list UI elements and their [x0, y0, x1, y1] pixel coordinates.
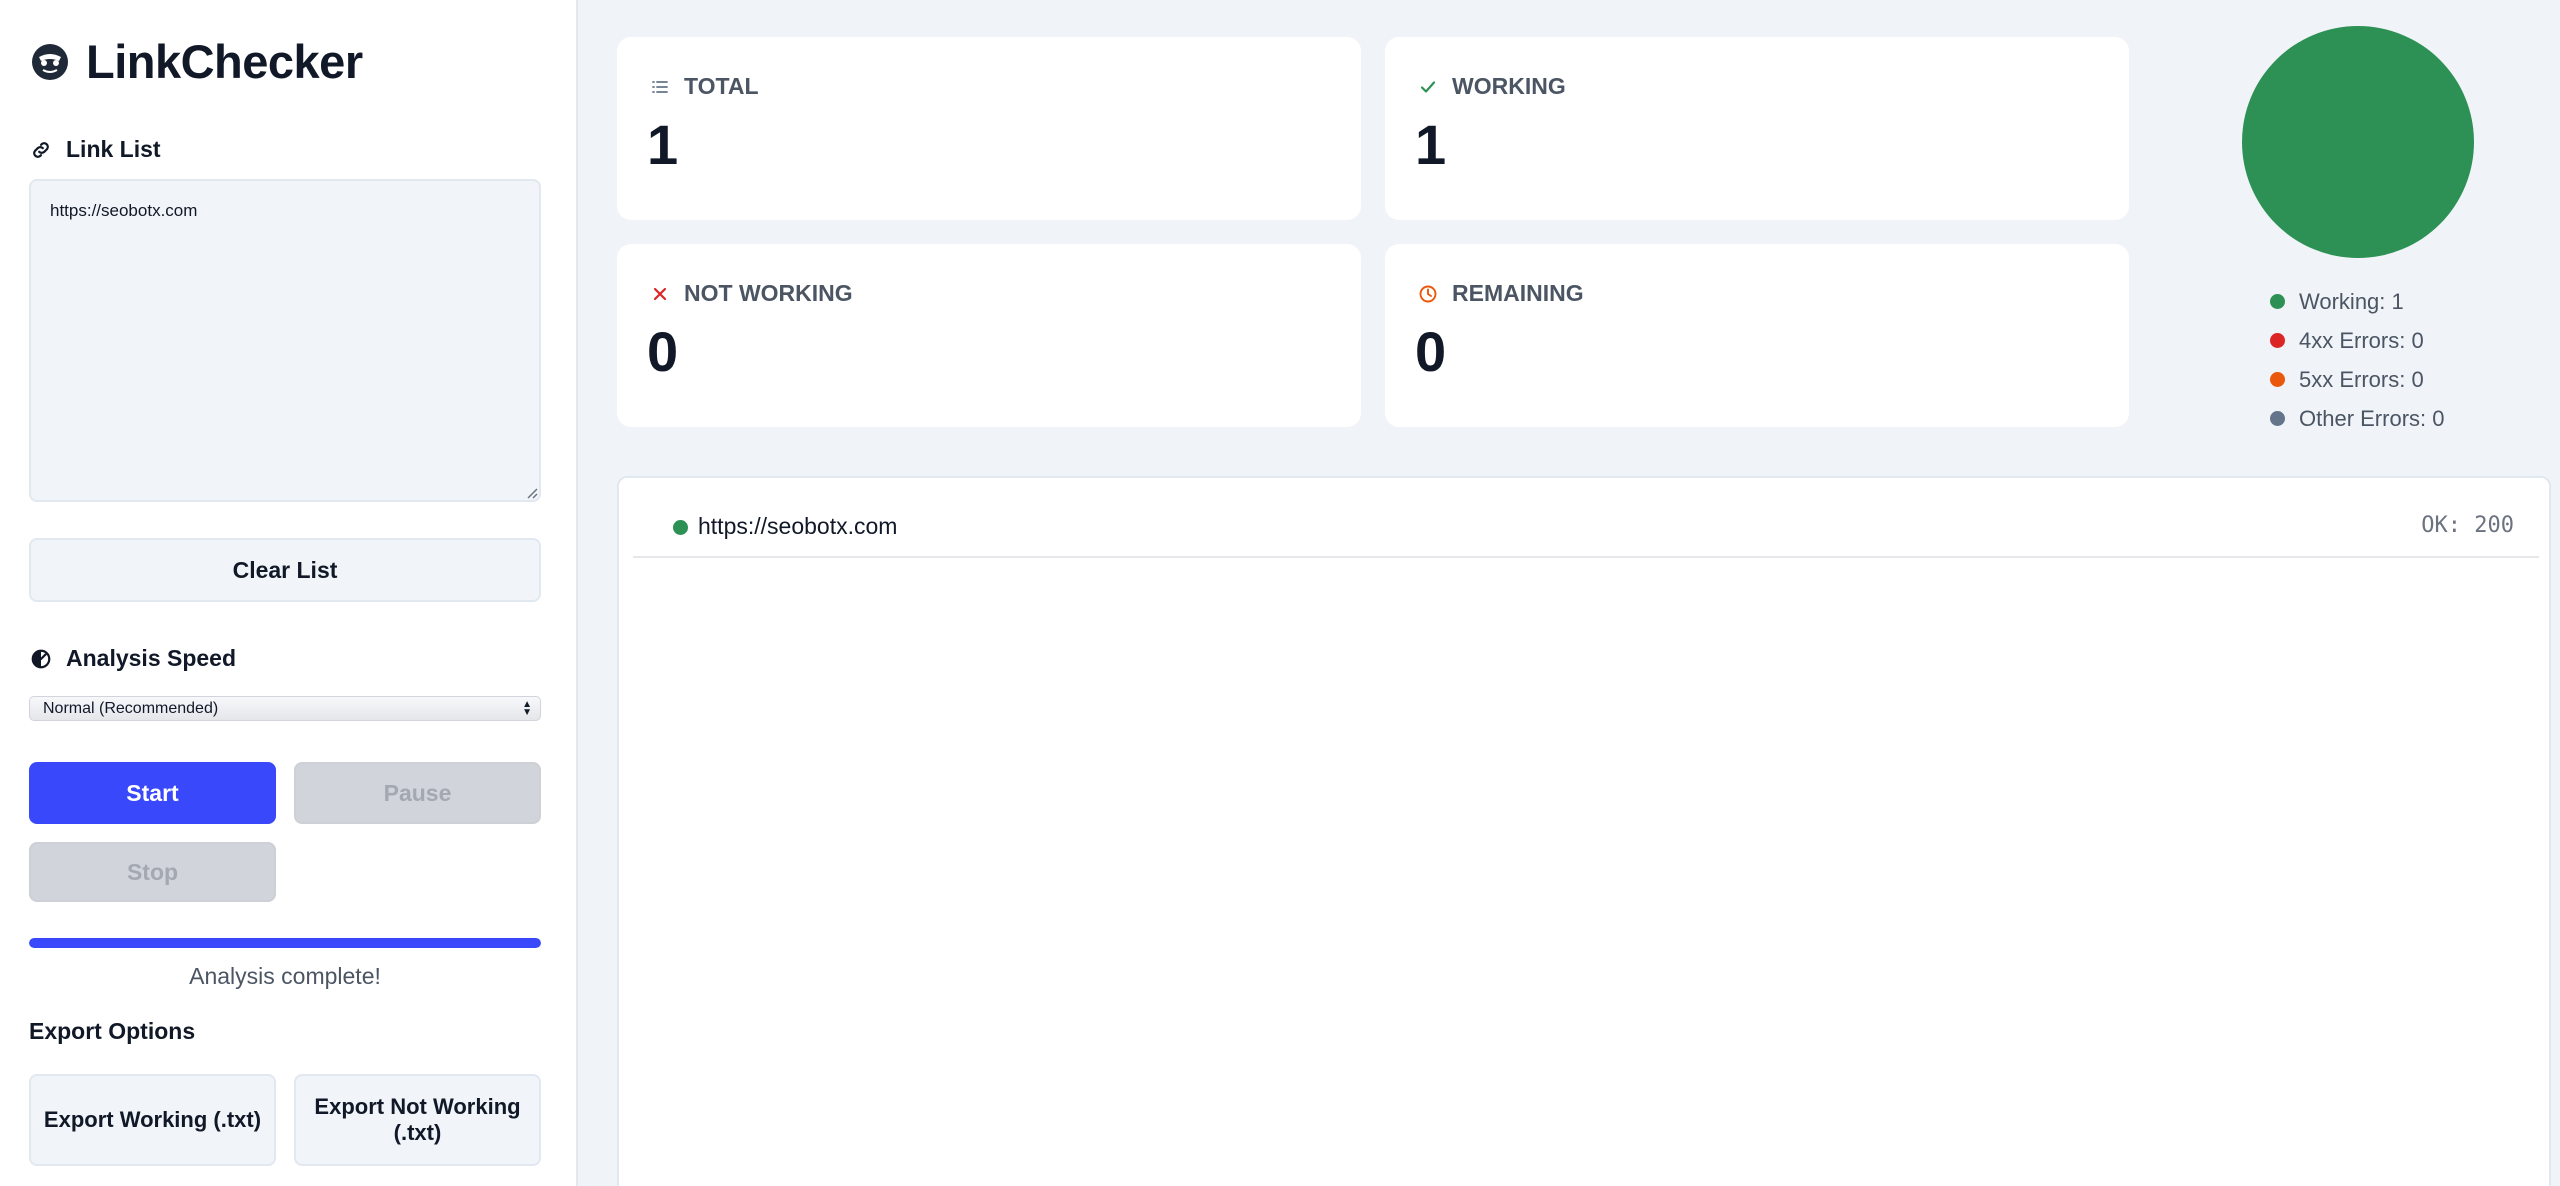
status-pie-chart: [2242, 26, 2474, 258]
stat-card-working-header: WORKING: [1418, 73, 1566, 100]
gauge-icon: [31, 649, 51, 668]
stat-remaining-value: 0: [1415, 320, 1447, 383]
stat-total-label: TOTAL: [684, 73, 759, 99]
clock-icon: [1419, 285, 1437, 302]
sidebar: LinkChecker Link List Clear List Analysi…: [0, 0, 578, 1186]
chart-legend: Working: 1 4xx Errors: 0 5xx Errors: 0 O…: [2270, 282, 2444, 438]
result-row: https://seobotx.com OK: 200: [633, 498, 2539, 558]
result-status-dot: [673, 520, 688, 535]
stat-total-value: 1: [647, 113, 679, 176]
legend-dot-5xx: [2270, 372, 2285, 387]
legend-dot-working: [2270, 294, 2285, 309]
resize-handle-icon[interactable]: [526, 487, 538, 499]
clear-list-button[interactable]: Clear List: [29, 538, 541, 602]
list-icon: [652, 80, 668, 93]
legend-dot-4xx: [2270, 333, 2285, 348]
stat-card-not-working-header: NOT WORKING: [650, 280, 853, 307]
export-working-button[interactable]: Export Working (.txt): [29, 1074, 276, 1166]
analysis-speed-label: Analysis Speed: [66, 645, 237, 671]
stat-working-label: WORKING: [1452, 73, 1566, 99]
stat-not-working-value: 0: [647, 320, 679, 383]
stat-card-working: WORKING 1: [1385, 37, 2129, 220]
start-button[interactable]: Start: [29, 762, 276, 824]
legend-4xx-label: 4xx Errors: 0: [2299, 327, 2424, 353]
x-icon: [653, 287, 667, 300]
stat-card-not-working: NOT WORKING 0: [617, 244, 1361, 427]
legend-working-label: Working: 1: [2299, 288, 2404, 314]
link-list-input[interactable]: [29, 179, 541, 502]
results-panel: https://seobotx.com OK: 200: [617, 476, 2551, 1186]
stat-card-remaining-header: REMAINING: [1418, 280, 1584, 307]
result-url[interactable]: https://seobotx.com: [698, 513, 897, 540]
select-arrows-icon: ▲ ▼: [522, 699, 532, 718]
legend-item-4xx: 4xx Errors: 0: [2270, 321, 2444, 360]
app-logo: LinkChecker: [30, 34, 363, 89]
stat-card-remaining: REMAINING 0: [1385, 244, 2129, 427]
legend-dot-other: [2270, 411, 2285, 426]
result-status: OK: 200: [2421, 513, 2514, 538]
link-list-heading: Link List: [30, 136, 161, 163]
stat-not-working-label: NOT WORKING: [684, 280, 853, 306]
stop-button[interactable]: Stop: [29, 842, 276, 902]
link-icon: [33, 141, 49, 158]
robot-face-icon: [32, 43, 68, 80]
check-icon: [1420, 80, 1436, 93]
legend-item-5xx: 5xx Errors: 0: [2270, 360, 2444, 399]
pause-button[interactable]: Pause: [294, 762, 541, 824]
link-list-label: Link List: [66, 136, 161, 162]
export-not-working-button[interactable]: Export Not Working (.txt): [294, 1074, 541, 1166]
speed-selected-value: Normal (Recommended): [43, 699, 219, 717]
progress-bar: [29, 938, 541, 948]
stat-card-total-header: TOTAL: [650, 73, 759, 100]
progress-status: Analysis complete!: [189, 963, 381, 989]
legend-other-label: Other Errors: 0: [2299, 405, 2445, 431]
stat-card-total: TOTAL 1: [617, 37, 1361, 220]
progress-fill: [29, 938, 541, 948]
analysis-speed-select[interactable]: Normal (Recommended) ▲ ▼: [29, 696, 541, 721]
stat-remaining-label: REMAINING: [1452, 280, 1584, 306]
legend-5xx-label: 5xx Errors: 0: [2299, 366, 2424, 392]
legend-item-working: Working: 1: [2270, 282, 2444, 321]
analysis-speed-heading: Analysis Speed: [30, 645, 236, 672]
export-options-heading: Export Options: [29, 1018, 196, 1044]
legend-item-other: Other Errors: 0: [2270, 399, 2444, 438]
app-title: LinkChecker: [86, 35, 363, 88]
stat-working-value: 1: [1415, 113, 1447, 176]
